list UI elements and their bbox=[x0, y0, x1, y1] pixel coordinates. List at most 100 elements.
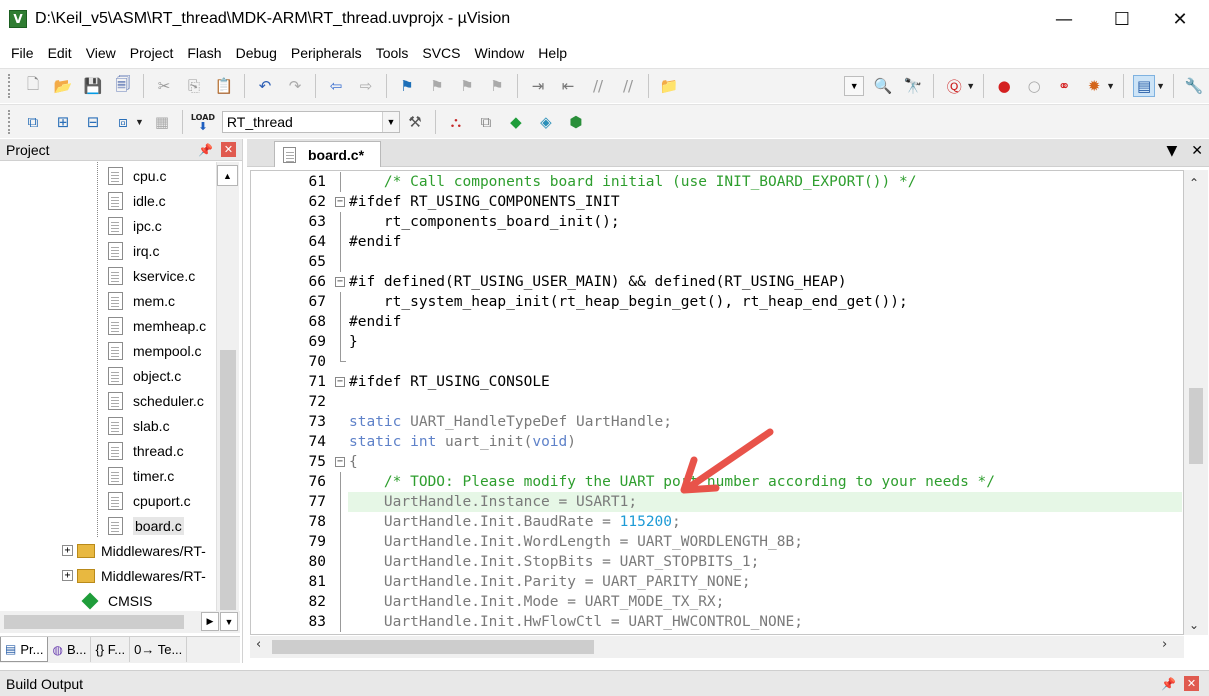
tree-file-idle[interactable]: idle.c bbox=[108, 188, 166, 213]
code-line[interactable]: 72 bbox=[251, 392, 1183, 412]
project-horizontal-scrollbar[interactable]: ▶ ▼ bbox=[0, 611, 240, 633]
close-icon[interactable]: ✕ bbox=[221, 142, 236, 157]
uncomment-icon[interactable]: // bbox=[617, 75, 639, 97]
code-line[interactable]: 74 static int uart_init(void) bbox=[251, 432, 1183, 452]
tree-file-memheap[interactable]: memheap.c bbox=[108, 313, 206, 338]
project-vertical-scrollbar[interactable]: ▲ bbox=[216, 162, 239, 632]
code-line[interactable]: 62− #ifdef RT_USING_COMPONENTS_INIT bbox=[251, 192, 1183, 212]
bookmark-clear-icon[interactable]: ⚑ bbox=[486, 75, 508, 97]
scroll-thumb[interactable] bbox=[4, 615, 184, 629]
navigate-forward-icon[interactable]: ⇨ bbox=[355, 75, 377, 97]
new-file-icon[interactable]: 🗋 bbox=[22, 75, 44, 97]
menu-tools[interactable]: Tools bbox=[370, 45, 415, 61]
tree-file-kservice[interactable]: kservice.c bbox=[108, 263, 195, 288]
cut-icon[interactable]: ✂ bbox=[153, 75, 175, 97]
menu-file[interactable]: File bbox=[5, 45, 40, 61]
editor-vertical-scrollbar[interactable]: ⌃ ⌄ bbox=[1184, 170, 1208, 635]
unindent-icon[interactable]: ⇤ bbox=[557, 75, 579, 97]
window-layout-icon[interactable]: ▤ bbox=[1133, 75, 1156, 97]
code-view[interactable]: 61 /* Call components board initial (use… bbox=[250, 170, 1184, 635]
scroll-right-arrow-icon[interactable]: ▶ bbox=[201, 612, 219, 631]
scroll-down-arrow-icon[interactable]: ⌄ bbox=[1189, 618, 1199, 632]
manage-rte-icon[interactable]: ◆ bbox=[505, 111, 527, 133]
expand-icon[interactable]: + bbox=[62, 570, 73, 581]
stop-build-icon[interactable]: ▦ bbox=[151, 111, 173, 133]
close-tab-icon[interactable]: ✕ bbox=[1191, 143, 1203, 159]
code-line[interactable]: 79 UartHandle.Init.WordLength = UART_WOR… bbox=[251, 532, 1183, 552]
bookmark-next-icon[interactable]: ⚑ bbox=[456, 75, 478, 97]
code-line[interactable]: 65 bbox=[251, 252, 1183, 272]
tree-file-mempool[interactable]: mempool.c bbox=[108, 338, 201, 363]
code-line[interactable]: 76 /* TODO: Please modify the UART port … bbox=[251, 472, 1183, 492]
editor-horizontal-scrollbar[interactable]: ‹ › bbox=[250, 636, 1184, 658]
scroll-thumb[interactable] bbox=[272, 640, 594, 654]
tree-file-scheduler[interactable]: scheduler.c bbox=[108, 388, 204, 413]
chevron-down-icon[interactable]: ▼ bbox=[1106, 81, 1115, 91]
chevron-down-icon[interactable]: ▼ bbox=[381, 111, 399, 132]
comment-icon[interactable]: // bbox=[587, 75, 609, 97]
tree-folder-middlewares-2[interactable]: + Middlewares/RT- bbox=[62, 563, 206, 588]
tree-folder-middlewares-1[interactable]: + Middlewares/RT- bbox=[62, 538, 206, 563]
bookmark-insert-icon[interactable]: ⚑ bbox=[396, 75, 418, 97]
menu-project[interactable]: Project bbox=[124, 45, 180, 61]
tab-books[interactable]: ◍ B... bbox=[48, 637, 92, 662]
menu-debug[interactable]: Debug bbox=[230, 45, 283, 61]
scroll-up-arrow-icon[interactable]: ⌃ bbox=[1189, 176, 1199, 190]
scroll-thumb[interactable] bbox=[220, 350, 236, 610]
scroll-up-arrow-icon[interactable]: ▲ bbox=[217, 165, 238, 186]
configure-wrench-icon[interactable]: 🔧 bbox=[1183, 75, 1205, 97]
code-line[interactable]: 63 rt_components_board_init(); bbox=[251, 212, 1183, 232]
tree-file-mem[interactable]: mem.c bbox=[108, 288, 175, 313]
menu-peripherals[interactable]: Peripherals bbox=[285, 45, 368, 61]
maximize-button[interactable]: ☐ bbox=[1093, 0, 1151, 38]
debug-session-icon[interactable]: Ⓠ bbox=[943, 75, 965, 97]
tab-functions[interactable]: {} F... bbox=[91, 637, 131, 662]
multi-project-icon[interactable]: ⧉ bbox=[475, 111, 497, 133]
code-line[interactable]: 75−{ bbox=[251, 452, 1183, 472]
scroll-right-arrow-icon[interactable]: › bbox=[1162, 637, 1167, 652]
find-icon[interactable]: 🔍 bbox=[872, 75, 894, 97]
batch-build-icon[interactable]: ⧈ bbox=[112, 111, 134, 133]
navigate-back-icon[interactable]: ⇦ bbox=[325, 75, 347, 97]
chevron-down-icon[interactable]: ▼ bbox=[135, 117, 144, 127]
translate-icon[interactable]: ⧉ bbox=[22, 111, 44, 133]
indent-icon[interactable]: ⇥ bbox=[527, 75, 549, 97]
toolbar-grip[interactable] bbox=[8, 74, 12, 98]
bookmark-prev-icon[interactable]: ⚑ bbox=[426, 75, 448, 97]
toolbar-grip[interactable] bbox=[8, 109, 12, 134]
code-line[interactable]: 81 UartHandle.Init.Parity = UART_PARITY_… bbox=[251, 572, 1183, 592]
tab-list-dropdown-icon[interactable]: ▼ bbox=[1166, 143, 1177, 159]
find-combo-dropdown[interactable]: ▼ bbox=[844, 76, 865, 96]
code-line[interactable]: 77 UartHandle.Instance = USART1; bbox=[251, 492, 1183, 512]
tree-file-board[interactable]: board.c bbox=[108, 513, 184, 538]
code-line[interactable]: 70 bbox=[251, 352, 1183, 372]
breakpoint-insert-icon[interactable]: ● bbox=[993, 75, 1015, 97]
scroll-thumb[interactable] bbox=[1189, 388, 1203, 464]
code-line[interactable]: 61 /* Call components board initial (use… bbox=[251, 172, 1183, 192]
breakpoint-disable-all-icon[interactable]: ⚭ bbox=[1053, 75, 1075, 97]
fold-toggle-icon[interactable]: − bbox=[333, 272, 347, 292]
breakpoint-enable-icon[interactable]: ○ bbox=[1023, 75, 1045, 97]
chevron-down-icon[interactable]: ▼ bbox=[1156, 81, 1165, 91]
close-icon[interactable]: ✕ bbox=[1184, 676, 1199, 691]
tab-board-c[interactable]: board.c* bbox=[274, 141, 381, 167]
redo-icon[interactable]: ↷ bbox=[284, 75, 306, 97]
menu-edit[interactable]: Edit bbox=[42, 45, 78, 61]
menu-view[interactable]: View bbox=[80, 45, 122, 61]
rebuild-icon[interactable]: ⊟ bbox=[82, 111, 104, 133]
code-line[interactable]: 82 UartHandle.Init.Mode = UART_MODE_TX_R… bbox=[251, 592, 1183, 612]
select-packs-icon[interactable]: ◈ bbox=[535, 111, 557, 133]
code-line[interactable]: 73 static UART_HandleTypeDef UartHandle; bbox=[251, 412, 1183, 432]
build-icon[interactable]: ⊞ bbox=[52, 111, 74, 133]
code-line[interactable]: 80 UartHandle.Init.StopBits = UART_STOPB… bbox=[251, 552, 1183, 572]
tree-file-thread[interactable]: thread.c bbox=[108, 438, 184, 463]
code-line[interactable]: 68 #endif bbox=[251, 312, 1183, 332]
pin-icon[interactable]: 📌 bbox=[198, 143, 213, 157]
tab-project[interactable]: ▤ Pr... bbox=[0, 637, 49, 662]
close-button[interactable]: ✕ bbox=[1151, 0, 1209, 38]
scroll-down-arrow-icon[interactable]: ▼ bbox=[220, 612, 238, 631]
fold-toggle-icon[interactable]: − bbox=[333, 192, 347, 212]
undo-icon[interactable]: ↶ bbox=[254, 75, 276, 97]
code-line[interactable]: 71− #ifdef RT_USING_CONSOLE bbox=[251, 372, 1183, 392]
save-all-icon[interactable]: 🗐 bbox=[112, 75, 134, 97]
